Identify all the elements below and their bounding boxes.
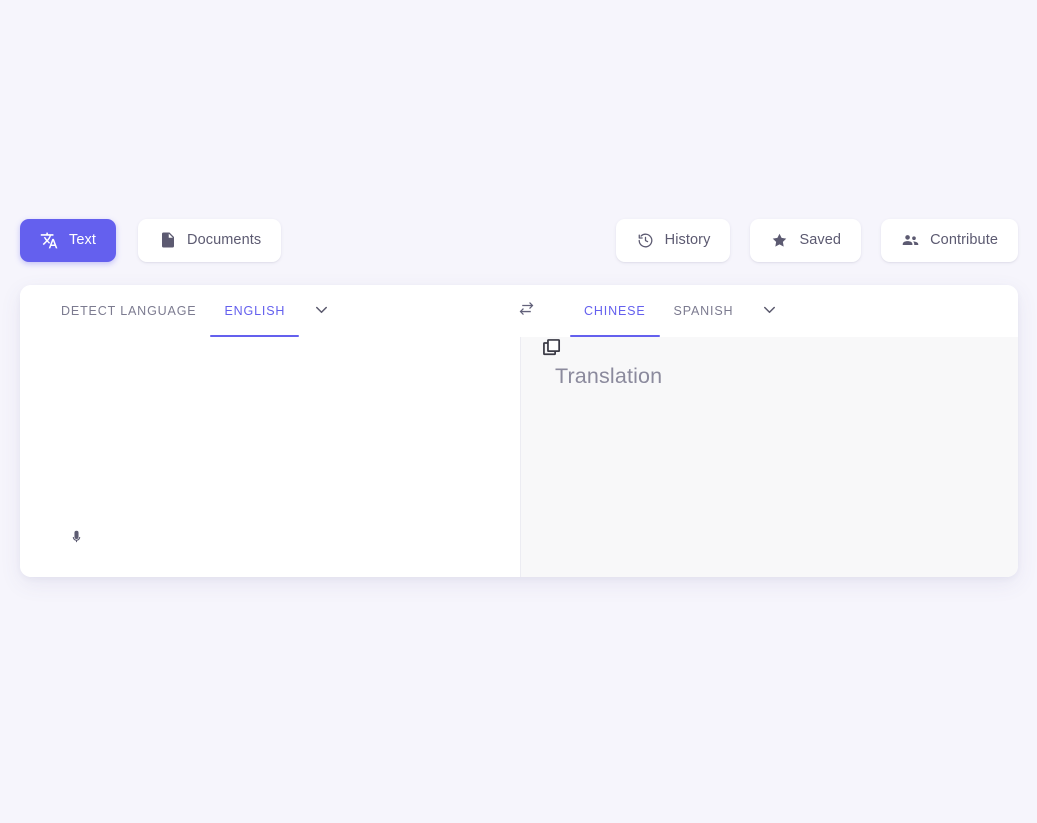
target-panel: Translation [521,337,1018,577]
source-language-tab-english[interactable]: ENGLISH [210,285,300,337]
people-icon [901,231,920,250]
target-language-tab-spanish[interactable]: SPANISH [660,285,748,337]
chevron-down-icon [760,300,779,322]
source-language-dropdown-button[interactable] [299,285,343,337]
tab-documents-label: Documents [187,232,262,248]
microphone-button[interactable] [60,523,92,555]
target-alternate-language-label: SPANISH [673,304,734,318]
target-language-group: CHINESE SPANISH [547,285,1018,337]
translation-panels: Translation [20,337,1018,577]
detect-language-label: DETECT LANGUAGE [61,304,197,318]
language-selector-bar: DETECT LANGUAGE ENGLISH CHINESE SPANISH [20,285,1018,337]
contribute-button[interactable]: Contribute [881,218,1018,262]
document-icon [158,231,177,250]
source-language-label: ENGLISH [224,304,286,318]
tab-text-label: Text [69,232,96,248]
microphone-icon [68,529,85,549]
contribute-button-label: Contribute [930,232,998,248]
translator-card: DETECT LANGUAGE ENGLISH CHINESE SPANISH … [20,285,1018,577]
detect-language-tab[interactable]: DETECT LANGUAGE [47,285,210,337]
history-button-label: History [664,232,711,248]
source-text-input[interactable] [20,337,520,577]
target-language-dropdown-button[interactable] [747,285,791,337]
translate-icon [40,231,59,250]
tab-text[interactable]: Text [20,218,116,262]
swap-horizontal-icon [517,300,536,322]
chevron-down-icon [312,300,331,322]
target-language-label: CHINESE [584,304,646,318]
star-icon [770,231,789,250]
source-language-group: DETECT LANGUAGE ENGLISH [20,285,547,337]
top-toolbar: Text Documents History Saved Contribute [20,218,1018,262]
copy-icon [541,337,563,362]
target-language-tab-chinese[interactable]: CHINESE [570,285,660,337]
translation-placeholder: Translation [555,364,663,388]
saved-button-label: Saved [799,232,842,248]
tab-documents[interactable]: Documents [138,218,282,262]
history-button[interactable]: History [615,218,731,262]
toolbar-right-group: History Saved Contribute [615,218,1018,262]
history-icon [636,231,655,250]
toolbar-left-group: Text Documents [20,218,282,262]
copy-translation-button[interactable] [538,335,566,363]
swap-languages-button[interactable] [505,285,547,337]
saved-button[interactable]: Saved [750,218,862,262]
source-panel [20,337,521,577]
